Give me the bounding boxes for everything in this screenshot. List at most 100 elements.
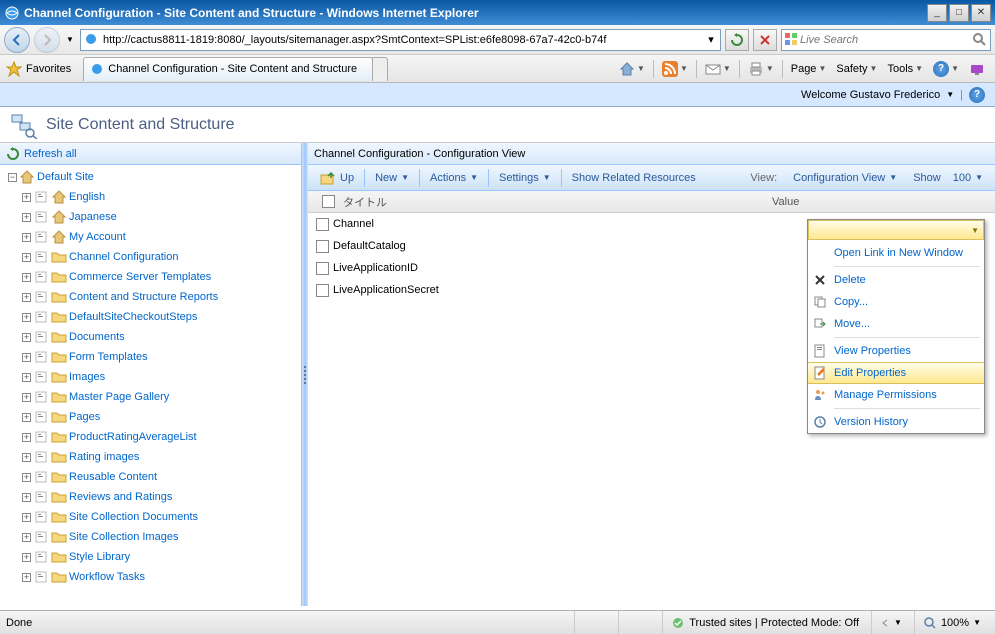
tree-label[interactable]: Form Templates — [69, 351, 148, 363]
new-tab-button[interactable] — [372, 57, 388, 81]
tree-label[interactable]: Site Collection Images — [69, 531, 178, 543]
tree-label[interactable]: DefaultSiteCheckoutSteps — [69, 311, 197, 323]
actions-icon[interactable] — [33, 509, 49, 525]
ctx-open-new-window[interactable]: Open Link in New Window — [808, 242, 984, 264]
forward-button[interactable] — [34, 27, 60, 53]
actions-icon[interactable] — [33, 529, 49, 545]
expand-icon[interactable]: + — [22, 333, 31, 342]
expand-icon[interactable]: + — [22, 493, 31, 502]
tree-label[interactable]: Rating images — [69, 451, 139, 463]
actions-icon[interactable] — [33, 409, 49, 425]
expand-icon[interactable]: + — [22, 553, 31, 562]
actions-icon[interactable] — [33, 209, 49, 225]
tree-label[interactable]: Style Library — [69, 551, 130, 563]
tree-label[interactable]: Reusable Content — [69, 471, 157, 483]
ctx-copy[interactable]: Copy... — [808, 291, 984, 313]
address-input[interactable] — [101, 34, 704, 46]
tree-site-node[interactable]: +English — [0, 187, 301, 207]
tree-list-node[interactable]: +Pages — [0, 407, 301, 427]
tree-label[interactable]: My Account — [69, 231, 126, 243]
column-value[interactable]: Value — [772, 196, 991, 208]
actions-icon[interactable] — [33, 269, 49, 285]
tree-label[interactable]: English — [69, 191, 105, 203]
tree-list-node[interactable]: + DefaultSiteCheckoutSteps — [0, 307, 301, 327]
refresh-bar[interactable]: Refresh all — [0, 143, 301, 165]
expand-icon[interactable]: + — [22, 513, 31, 522]
tree-list-node[interactable]: +Master Page Gallery — [0, 387, 301, 407]
tree-site-node[interactable]: +Japanese — [0, 207, 301, 227]
context-target[interactable]: ▼ — [808, 220, 984, 240]
tree-list-node[interactable]: + ProductRatingAverageList — [0, 427, 301, 447]
actions-icon[interactable] — [33, 289, 49, 305]
tree-list-node[interactable]: + Reviews and Ratings — [0, 487, 301, 507]
show-label[interactable]: Show — [909, 172, 945, 184]
expand-icon[interactable]: + — [22, 473, 31, 482]
home-button[interactable]: ▼ — [615, 59, 649, 79]
user-dropdown-icon[interactable]: ▼ — [946, 90, 954, 99]
actions-icon[interactable] — [33, 549, 49, 565]
tree-label[interactable]: Commerce Server Templates — [69, 271, 211, 283]
tree-list-node[interactable]: + Workflow Tasks — [0, 567, 301, 587]
actions-icon[interactable] — [33, 469, 49, 485]
ctx-edit-properties[interactable]: Edit Properties — [808, 362, 984, 384]
tree-label[interactable]: Channel Configuration — [69, 251, 178, 263]
status-zone[interactable]: Trusted sites | Protected Mode: Off — [662, 611, 867, 634]
tree-label[interactable]: Site Collection Documents — [69, 511, 198, 523]
actions-icon[interactable] — [33, 189, 49, 205]
active-tab[interactable]: Channel Configuration - Site Content and… — [83, 57, 373, 81]
nav-history-dropdown[interactable]: ▼ — [64, 30, 76, 50]
tree-root-label[interactable]: Default Site — [37, 171, 94, 183]
actions-icon[interactable] — [33, 429, 49, 445]
tree-list-node[interactable]: + Images — [0, 367, 301, 387]
actions-icon[interactable] — [33, 349, 49, 365]
tree-label[interactable]: Reviews and Ratings — [69, 491, 172, 503]
ctx-version-history[interactable]: Version History — [808, 411, 984, 433]
view-selector[interactable]: Configuration View▼ — [785, 169, 905, 187]
tree-site-node[interactable]: +My Account — [0, 227, 301, 247]
search-input[interactable] — [800, 34, 972, 46]
minimize-button[interactable]: _ — [927, 4, 947, 22]
expand-icon[interactable]: + — [22, 373, 31, 382]
tree-label[interactable]: Content and Structure Reports — [69, 291, 218, 303]
actions-button[interactable]: Actions▼ — [422, 169, 486, 187]
tree-list-node[interactable]: +Form Templates — [0, 347, 301, 367]
expand-icon[interactable]: + — [22, 533, 31, 542]
expand-icon[interactable]: + — [22, 573, 31, 582]
actions-icon[interactable] — [33, 229, 49, 245]
expand-icon[interactable]: + — [22, 413, 31, 422]
tree-label[interactable]: ProductRatingAverageList — [69, 431, 197, 443]
new-button[interactable]: New▼ — [367, 169, 417, 187]
tree-list-node[interactable]: +Channel Configuration — [0, 247, 301, 267]
tree-list-node[interactable]: + Style Library — [0, 547, 301, 567]
tree-root[interactable]: − Default Site — [0, 167, 301, 187]
actions-icon[interactable] — [33, 569, 49, 585]
tree-label[interactable]: Workflow Tasks — [69, 571, 145, 583]
devtools-button[interactable] — [965, 59, 989, 79]
refresh-all-link[interactable]: Refresh all — [24, 148, 77, 160]
tree-list-node[interactable]: +Rating images — [0, 447, 301, 467]
status-protected-dropdown[interactable]: ▼ — [871, 611, 910, 634]
tree-list-node[interactable]: +Documents — [0, 327, 301, 347]
tools-menu[interactable]: Tools▼ — [883, 61, 927, 77]
help-icon[interactable]: ? — [969, 87, 985, 103]
expand-icon[interactable]: + — [22, 313, 31, 322]
actions-icon[interactable] — [33, 489, 49, 505]
mail-button[interactable]: ▼ — [701, 59, 735, 79]
row-checkbox[interactable] — [316, 218, 329, 231]
row-checkbox[interactable] — [316, 240, 329, 253]
help-menu[interactable]: ?▼ — [929, 59, 963, 79]
actions-icon[interactable] — [33, 249, 49, 265]
expand-icon[interactable]: + — [22, 393, 31, 402]
back-button[interactable] — [4, 27, 30, 53]
maximize-button[interactable]: □ — [949, 4, 969, 22]
actions-icon[interactable] — [33, 329, 49, 345]
row-checkbox[interactable] — [316, 284, 329, 297]
actions-icon[interactable] — [33, 389, 49, 405]
column-title[interactable]: タイトル — [343, 194, 387, 210]
related-button[interactable]: Show Related Resources — [564, 169, 704, 187]
actions-icon[interactable] — [33, 369, 49, 385]
tree-label[interactable]: Images — [69, 371, 105, 383]
close-button[interactable]: ✕ — [971, 4, 991, 22]
expand-icon[interactable]: + — [22, 433, 31, 442]
favorites-label[interactable]: Favorites — [26, 63, 71, 75]
